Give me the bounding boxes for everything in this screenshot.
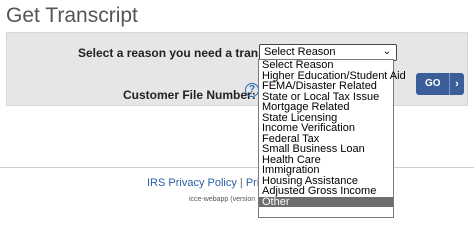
dropdown-option[interactable]: FEMA/Disaster Related: [259, 81, 393, 92]
dropdown-option[interactable]: Income Verification: [259, 123, 393, 134]
dropdown-option[interactable]: Immigration: [259, 165, 393, 176]
transcript-form-panel: Select a reason you need a transcript: S…: [6, 32, 468, 106]
page-title: Get Transcript: [6, 4, 138, 27]
dropdown-option[interactable]: Small Business Loan: [259, 144, 393, 155]
dropdown-option[interactable]: Other: [259, 196, 393, 207]
help-icon[interactable]: ?: [245, 83, 259, 97]
dropdown-option[interactable]: Mortgage Related: [259, 102, 393, 113]
reason-dropdown-list[interactable]: Select Reason Higher Education/Student A…: [258, 59, 406, 218]
reason-label: Select a reason you need a transcript:: [78, 46, 295, 60]
footer-divider: [0, 167, 474, 168]
version-text: icce-webapp (version: [189, 196, 256, 203]
dropdown-option[interactable]: Adjusted Gross Income: [259, 186, 393, 197]
reason-select-value: Select Reason: [264, 46, 336, 58]
chevron-right-icon: ›: [449, 73, 464, 95]
footer-separator: |: [236, 177, 246, 189]
customer-file-number-label: Customer File Number:: [123, 88, 256, 102]
privacy-policy-link[interactable]: IRS Privacy Policy: [147, 177, 237, 189]
go-button[interactable]: GO ›: [416, 73, 464, 95]
go-button-label: GO: [425, 78, 441, 89]
chevron-down-icon: ⌄: [382, 46, 392, 57]
dropdown-option[interactable]: Select Reason: [259, 60, 393, 71]
